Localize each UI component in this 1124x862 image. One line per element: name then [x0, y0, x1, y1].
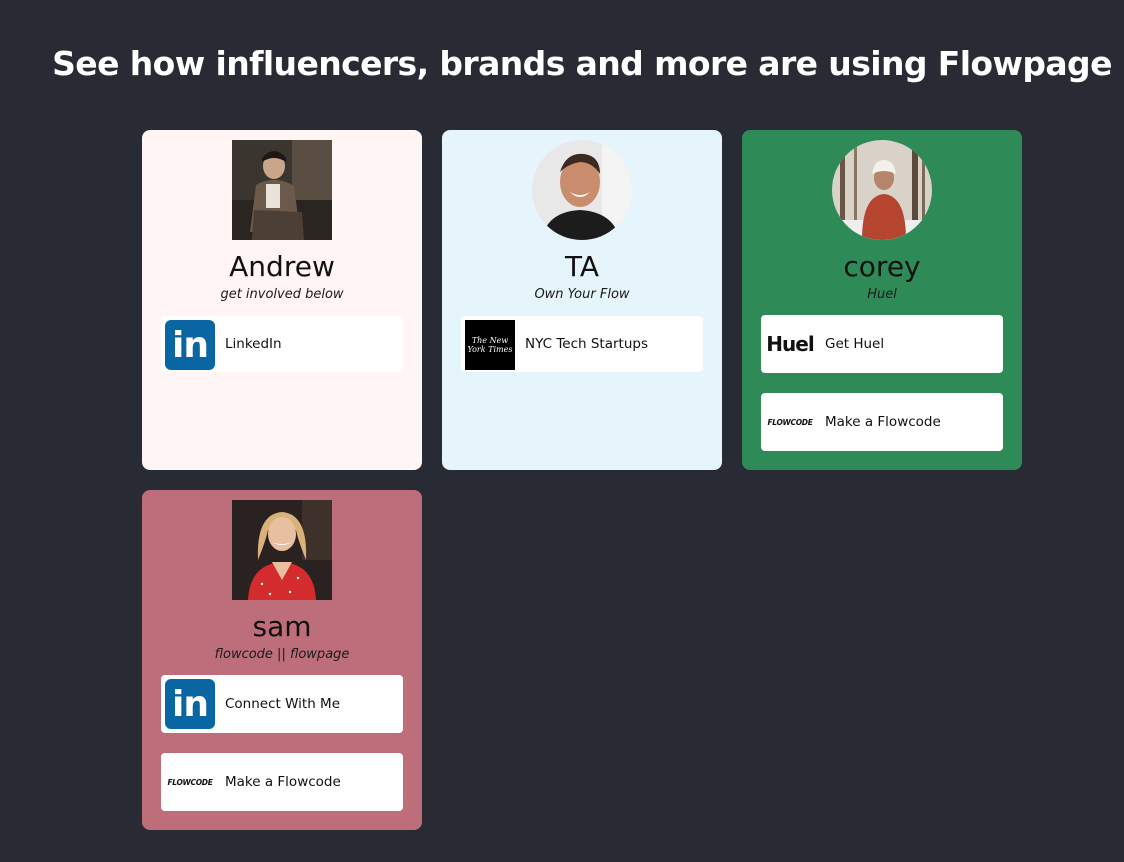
avatar — [532, 140, 632, 240]
avatar — [232, 500, 332, 600]
linkedin-icon: in — [165, 679, 215, 729]
profile-card-sam[interactable]: sam flowcode || flowpage in Connect With… — [142, 490, 422, 830]
avatar — [832, 140, 932, 240]
profile-name: Andrew — [229, 250, 335, 283]
profile-card-ta[interactable]: TA Own Your Flow The New York Times NYC … — [442, 130, 722, 470]
link-label: NYC Tech Startups — [525, 336, 648, 352]
link-label: Connect With Me — [225, 696, 341, 712]
link-label: Make a Flowcode — [825, 414, 941, 430]
page-title: See how influencers, brands and more are… — [52, 44, 1112, 83]
profile-name: sam — [252, 610, 312, 643]
link-button-linkedin[interactable]: in LinkedIn — [161, 316, 403, 372]
profile-name: TA — [564, 250, 600, 283]
link-label: Get Huel — [825, 336, 885, 352]
linkedin-icon: in — [165, 320, 215, 370]
profile-tagline: Huel — [867, 287, 897, 302]
profile-card-andrew[interactable]: Andrew get involved below in LinkedIn — [142, 130, 422, 470]
link-button-connect-with-me[interactable]: in Connect With Me — [161, 675, 403, 733]
link-button-make-a-flowcode[interactable]: FLOWCODE Make a Flowcode — [761, 393, 1003, 451]
link-button-nyc-tech-startups[interactable]: The New York Times NYC Tech Startups — [461, 316, 703, 372]
profile-name: corey — [843, 250, 921, 283]
profile-tagline: Own Your Flow — [534, 287, 630, 302]
link-label: LinkedIn — [225, 336, 282, 352]
link-button-get-huel[interactable]: Huel Get Huel — [761, 315, 1003, 373]
link-label: Make a Flowcode — [225, 774, 341, 790]
avatar — [232, 140, 332, 240]
flowcode-logo-icon: FLOWCODE — [167, 777, 213, 787]
profile-tagline: get involved below — [220, 287, 344, 302]
huel-logo-icon: Huel — [766, 332, 814, 356]
profile-card-corey[interactable]: corey Huel Huel Get Huel FLOWCODE Make a… — [742, 130, 1022, 470]
nyt-logo-icon: The New York Times — [465, 320, 515, 370]
flowcode-logo-icon: FLOWCODE — [767, 417, 813, 427]
profile-tagline: flowcode || flowpage — [214, 647, 350, 662]
link-button-make-a-flowcode[interactable]: FLOWCODE Make a Flowcode — [161, 753, 403, 811]
